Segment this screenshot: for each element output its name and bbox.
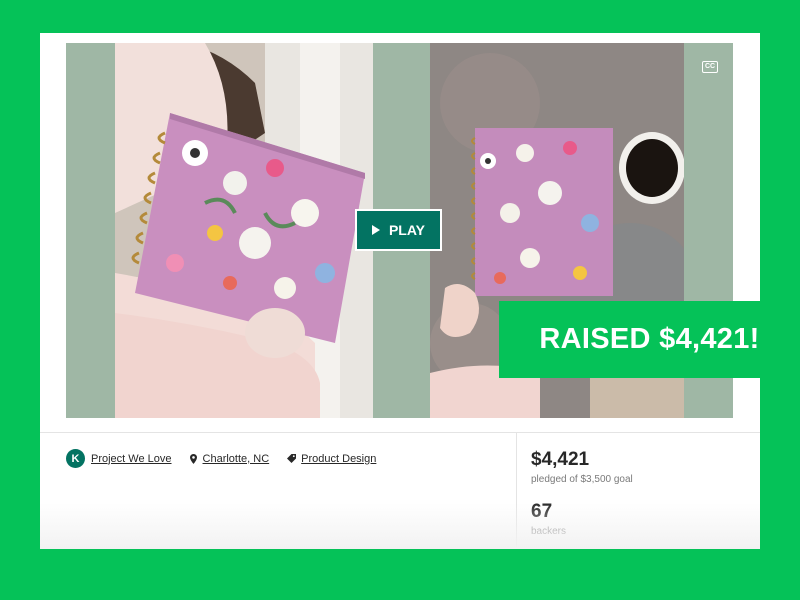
play-button[interactable]: PLAY <box>355 209 442 251</box>
bottom-fade <box>40 503 760 549</box>
location-pin-icon <box>189 453 197 464</box>
closed-captions-icon[interactable]: CC <box>702 61 718 73</box>
project-meta: K Project We Love Charlotte, NC Product … <box>66 449 394 468</box>
pledged-goal: pledged of $3,500 goal <box>531 474 633 485</box>
divider <box>516 432 517 549</box>
funding-stats: $4,421 pledged of $3,500 goal 67 backers <box>531 449 633 537</box>
project-we-love-link[interactable]: Project We Love <box>91 453 172 465</box>
category-link[interactable]: Product Design <box>301 453 376 465</box>
location-link[interactable]: Charlotte, NC <box>203 453 270 465</box>
backers-count: 67 <box>531 501 553 522</box>
play-label: PLAY <box>388 222 426 238</box>
kickstarter-badge-icon: K <box>66 449 85 468</box>
project-card: CC PLAY K Project We Love Charlotte, NC <box>40 33 760 549</box>
location-item: Charlotte, NC <box>189 453 270 465</box>
pledged-amount: $4,421 <box>531 449 590 470</box>
video-frame-left <box>115 43 373 418</box>
divider <box>40 432 760 433</box>
project-we-love-item: K Project We Love <box>66 449 172 468</box>
play-icon <box>371 225 380 235</box>
category-item: Product Design <box>287 453 376 465</box>
tag-icon <box>287 454 297 463</box>
raised-banner: RAISED $4,421! <box>499 301 800 378</box>
backers-label: backers <box>531 526 567 537</box>
